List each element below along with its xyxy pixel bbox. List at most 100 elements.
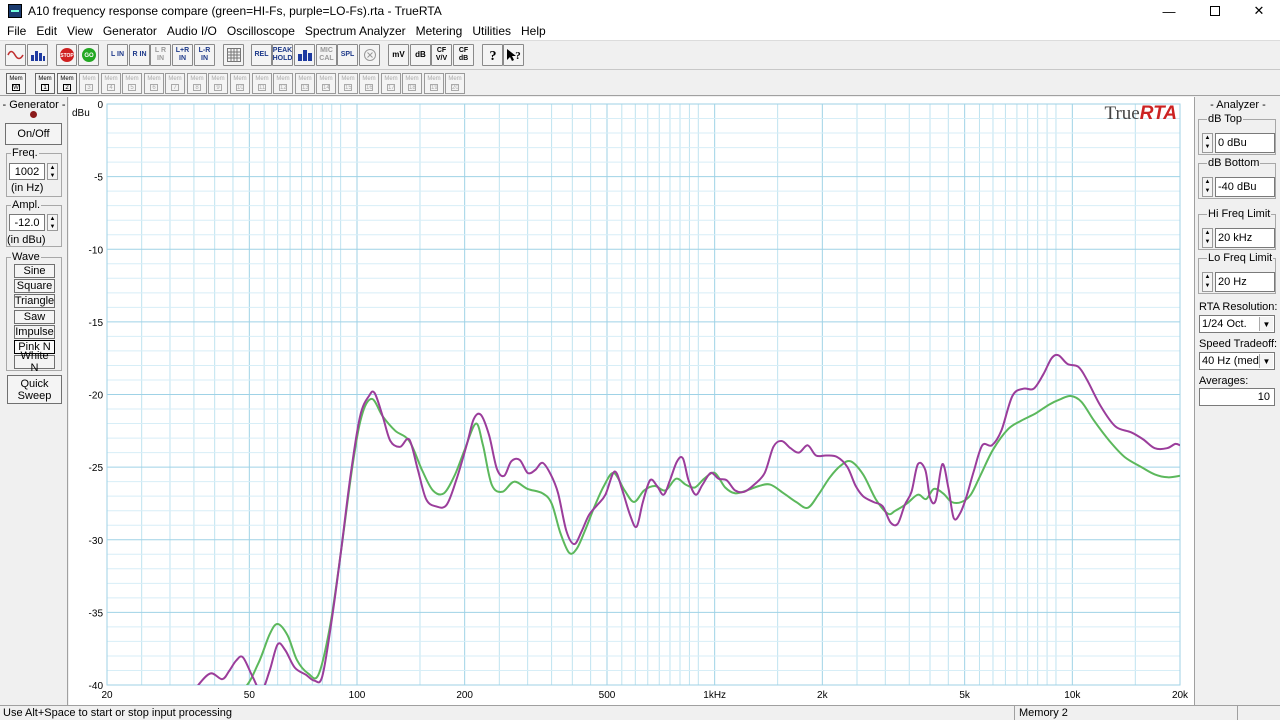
right-input-button[interactable]: R IN <box>129 44 150 66</box>
averages-input[interactable]: 10 <box>1199 388 1275 406</box>
memory-button-label: Mem <box>211 76 225 82</box>
memory-button-17[interactable]: Mem 17 <box>381 73 401 94</box>
go-button[interactable]: GO <box>78 44 99 66</box>
wave-triangle-button[interactable]: Triangle <box>14 294 55 308</box>
menu-oscilloscope[interactable]: Oscilloscope <box>222 24 300 38</box>
memory-button-14[interactable]: Mem 14 <box>316 73 336 94</box>
y-axis-label: dBu <box>72 108 90 119</box>
decibel-button[interactable]: dB <box>410 44 431 66</box>
memory-button-label: Mem <box>384 76 398 82</box>
cf-db-button[interactable]: CF dB <box>453 44 474 66</box>
averages-label: Averages: <box>1199 375 1249 387</box>
left-input-button[interactable]: L IN <box>107 44 128 66</box>
memory-button-12[interactable]: Mem 12 <box>273 73 293 94</box>
speed-tradeoff-select[interactable]: 40 Hz (med) ▼ <box>1199 352 1275 370</box>
y-tick-label: 0 <box>97 100 103 111</box>
x-tick-label: 10k <box>1064 690 1081 701</box>
lo-freq-input[interactable]: 20 Hz <box>1215 272 1275 292</box>
logo-rta: RTA <box>1140 103 1177 124</box>
db-bottom-label: dB Bottom <box>1207 157 1261 169</box>
left-right-input-button[interactable]: L R IN <box>150 44 171 66</box>
oscilloscope-mode-button[interactable] <box>5 44 26 66</box>
memory-button-7[interactable]: Mem 7 <box>165 73 185 94</box>
spin-up-icon: ▲ <box>49 216 56 222</box>
db-bottom-spinner[interactable]: ▲ ▼ <box>1202 177 1213 197</box>
menu-audio-io[interactable]: Audio I/O <box>162 24 222 38</box>
memory-button-5[interactable]: Mem 5 <box>122 73 142 94</box>
spectrum-mode-button[interactable] <box>27 44 48 66</box>
generator-on-off-button[interactable]: On/Off <box>5 123 62 145</box>
frequency-input[interactable]: 1002 <box>9 163 45 180</box>
minimize-button[interactable]: — <box>1146 0 1192 22</box>
spin-up-icon: ▲ <box>49 165 56 171</box>
help-button[interactable]: ? <box>482 44 503 66</box>
amplitude-input[interactable]: -12.0 <box>9 214 45 231</box>
close-button[interactable]: ✕ <box>1236 0 1280 22</box>
amplitude-spinner[interactable]: ▲ ▼ <box>47 214 58 231</box>
memory-button-19[interactable]: Mem 19 <box>424 73 444 94</box>
memory-button-15[interactable]: Mem 15 <box>338 73 358 94</box>
context-help-button[interactable]: ? <box>503 44 524 66</box>
memory-button-8[interactable]: Mem 8 <box>187 73 207 94</box>
y-tick-label: -35 <box>89 608 104 619</box>
menu-file[interactable]: File <box>2 24 31 38</box>
peak-hold-button[interactable]: PEAK HOLD <box>272 44 293 66</box>
speed-tradeoff-label: Speed Tradeoff: <box>1199 338 1278 350</box>
x-tick-label: 20k <box>1172 690 1189 701</box>
stop-button[interactable]: STOP <box>56 44 77 66</box>
wave-saw-button[interactable]: Saw <box>14 310 55 324</box>
tick-layer: 0-5-10-15-20-25-30-35-4020 50 100 200 500 1kH… <box>89 100 1190 701</box>
memory-button-20[interactable]: Mem 20 <box>445 73 465 94</box>
millivolt-button[interactable]: mV <box>388 44 409 66</box>
memory-button-11[interactable]: Mem 11 <box>252 73 272 94</box>
maximize-button[interactable] <box>1192 0 1238 22</box>
memory-button-9[interactable]: Mem 9 <box>208 73 228 94</box>
menu-edit[interactable]: Edit <box>31 24 62 38</box>
rta-resolution-select[interactable]: 1/24 Oct. ▼ <box>1199 315 1275 333</box>
menu-spectrum-analyzer[interactable]: Spectrum Analyzer <box>300 24 411 38</box>
memory-button-1[interactable]: Mem 1 <box>35 73 55 94</box>
menu-help[interactable]: Help <box>516 24 551 38</box>
wave-white-noise-button[interactable]: White N <box>14 350 55 374</box>
sum-input-button[interactable]: L+R IN <box>172 44 193 66</box>
memory-button-13[interactable]: Mem 13 <box>295 73 315 94</box>
lo-freq-spinner[interactable]: ▲ ▼ <box>1202 272 1213 292</box>
db-top-input[interactable]: 0 dBu <box>1215 133 1275 153</box>
memory-button-2[interactable]: Mem 2 <box>57 73 77 94</box>
wave-square-button[interactable]: Square <box>14 279 55 293</box>
memory-button-label: Mem <box>60 76 74 82</box>
memory-button-3[interactable]: Mem 3 <box>79 73 99 94</box>
menu-view[interactable]: View <box>62 24 98 38</box>
frequency-label: Freq. <box>11 147 39 159</box>
wave-sine-button[interactable]: Sine <box>14 264 55 278</box>
frequency-spinner[interactable]: ▲ ▼ <box>47 163 58 180</box>
memory-button-10[interactable]: Mem 10 <box>230 73 250 94</box>
menu-utilities[interactable]: Utilities <box>467 24 516 38</box>
mic-cal-button[interactable]: MIC CAL <box>316 44 337 66</box>
grid-button[interactable] <box>223 44 244 66</box>
difference-input-button[interactable]: L-R IN <box>194 44 215 66</box>
hi-freq-spinner[interactable]: ▲ ▼ <box>1202 228 1213 248</box>
db-bottom-input[interactable]: -40 dBu <box>1215 177 1275 197</box>
chevron-down-icon: ▼ <box>1259 317 1273 331</box>
cf-vv-button[interactable]: CF V/V <box>431 44 452 66</box>
menu-generator[interactable]: Generator <box>98 24 162 38</box>
spl-button[interactable]: SPL <box>337 44 358 66</box>
relative-button[interactable]: REL <box>251 44 272 66</box>
memory-button-16[interactable]: Mem 16 <box>359 73 379 94</box>
hi-freq-input[interactable]: 20 kHz <box>1215 228 1275 248</box>
bar-graph-button[interactable] <box>294 44 315 66</box>
y-tick-label: -5 <box>94 173 103 184</box>
quick-sweep-button[interactable]: Quick Sweep <box>7 375 62 404</box>
memory-button-18[interactable]: Mem 18 <box>402 73 422 94</box>
memory-button-w[interactable]: Mem W <box>6 73 26 94</box>
clear-button[interactable] <box>359 44 380 66</box>
memory-button-6[interactable]: Mem 6 <box>144 73 164 94</box>
help-question-icon: ? <box>489 49 496 63</box>
menu-metering[interactable]: Metering <box>411 24 468 38</box>
memory-button-4[interactable]: Mem 4 <box>101 73 121 94</box>
rta-resolution-value: 1/24 Oct. <box>1202 318 1247 330</box>
db-top-spinner[interactable]: ▲ ▼ <box>1202 133 1213 153</box>
wave-impulse-button[interactable]: Impulse <box>14 325 55 339</box>
bar-graph-icon <box>297 50 312 61</box>
